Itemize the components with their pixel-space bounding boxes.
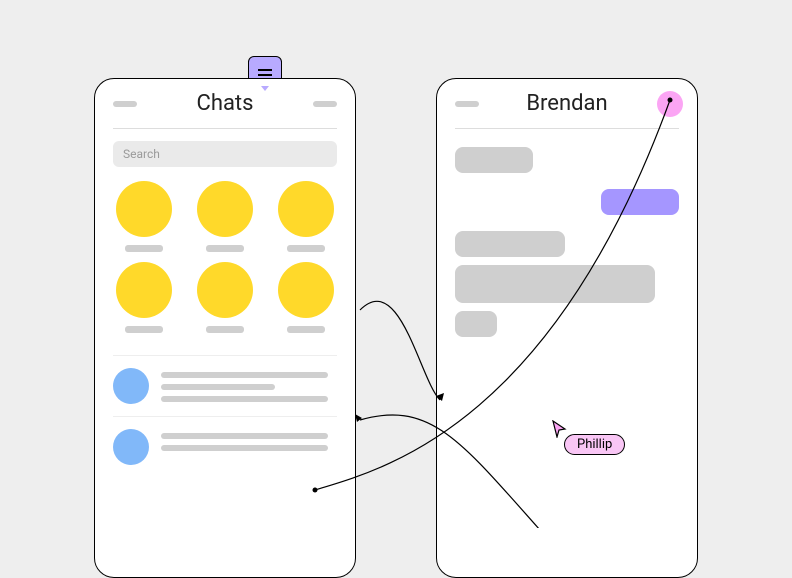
chat-avatar [113, 368, 149, 404]
message-bubble-incoming[interactable] [455, 265, 655, 303]
story-label [287, 245, 325, 252]
story-item[interactable] [113, 262, 176, 333]
story-label [125, 245, 163, 252]
story-avatar [116, 262, 172, 318]
story-item[interactable] [113, 181, 176, 252]
message-bubble-incoming[interactable] [455, 147, 533, 173]
collaborator-cursor: Phillip [556, 426, 625, 455]
message-thread [455, 147, 679, 337]
story-avatar [197, 181, 253, 237]
story-label [206, 245, 244, 252]
chats-header: Chats [113, 79, 337, 129]
collaborator-label: Phillip [564, 434, 625, 455]
story-avatar [278, 262, 334, 318]
search-placeholder: Search [123, 147, 160, 161]
chats-title: Chats [197, 91, 254, 116]
search-input[interactable]: Search [113, 141, 337, 167]
story-item[interactable] [194, 181, 257, 252]
story-avatar [278, 181, 334, 237]
presence-indicator [657, 91, 683, 117]
menu-icon[interactable] [113, 101, 137, 107]
story-avatar [197, 262, 253, 318]
conversation-title: Brendan [526, 91, 607, 116]
chat-list [113, 355, 337, 477]
story-label [206, 326, 244, 333]
cursor-icon [552, 420, 568, 438]
chat-avatar [113, 429, 149, 465]
story-label [287, 326, 325, 333]
conversation-screen: Brendan [436, 78, 698, 578]
chat-preview [161, 429, 337, 451]
chats-screen: Chats Search [94, 78, 356, 578]
message-bubble-incoming[interactable] [455, 231, 565, 257]
story-item[interactable] [194, 262, 257, 333]
chat-row[interactable] [113, 355, 337, 416]
new-chat-icon[interactable] [313, 101, 337, 107]
story-label [125, 326, 163, 333]
stories-grid [113, 181, 337, 333]
story-item[interactable] [274, 262, 337, 333]
conversation-header: Brendan [455, 79, 679, 129]
story-item[interactable] [274, 181, 337, 252]
story-avatar [116, 181, 172, 237]
chat-row[interactable] [113, 416, 337, 477]
message-bubble-outgoing[interactable] [601, 189, 679, 215]
back-icon[interactable] [455, 101, 479, 107]
message-bubble-incoming[interactable] [455, 311, 497, 337]
chat-preview [161, 368, 337, 402]
